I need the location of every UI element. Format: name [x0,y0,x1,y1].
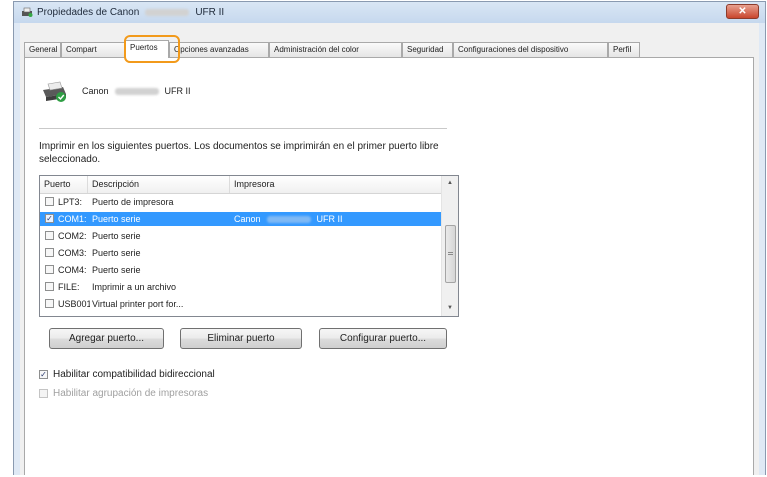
redacted-model [145,8,190,16]
port-name: COM3: [58,248,87,258]
port-description: Imprimir a un archivo [92,282,177,292]
ports-tab-panel: Canon UFR II Imprimir en los siguientes p… [24,57,754,475]
tab-compartir-label: Compart [66,45,97,54]
port-name: COM1: [58,214,87,224]
column-header-port-label: Puerto [44,179,71,189]
port-description: Puerto serie [92,248,141,258]
port-description: Puerto serie [92,214,141,224]
tab-opciones-avanzadas[interactable]: Opciones avanzadas [169,42,269,57]
port-checkbox[interactable] [45,282,54,291]
port-printer [234,229,434,243]
printer-name-prefix: Canon [82,86,109,96]
scroll-thumb[interactable] [445,225,456,283]
configure-port-button[interactable]: Configurar puerto... [319,328,447,349]
port-printer [234,246,434,260]
port-name: COM4: [58,265,87,275]
ports-list-header: Puerto Descripción Impresora [40,176,444,194]
active-tab-highlight [124,35,180,63]
bidirectional-checkbox[interactable]: ✓ [39,369,48,379]
window-title-prefix: Propiedades de Canon [37,7,140,18]
tab-seguridad[interactable]: Seguridad [402,42,453,57]
port-description: Puerto serie [92,231,141,241]
tab-seguridad-label: Seguridad [407,45,444,54]
port-printer: Canon UFR II [234,212,434,226]
bidirectional-option[interactable]: ✓ Habilitar compatibilidad bidireccional [39,369,215,380]
port-row[interactable]: COM4: Puerto serie [40,263,444,277]
port-checkbox[interactable] [45,265,54,274]
dialog-body: General Compart Puertos Opciones avanzad… [20,23,759,475]
port-description: Puerto de impresora [92,197,174,207]
port-name: LPT3: [58,197,83,207]
scroll-up-arrow-icon[interactable]: ▲ [442,176,458,191]
port-row[interactable]: USB001 Virtual printer port for... [40,297,444,311]
printer-pooling-option: Habilitar agrupación de impresoras [39,388,208,399]
tab-administracion-color[interactable]: Administración del color [269,42,402,57]
port-printer [234,263,434,277]
port-description: Puerto serie [92,265,141,275]
close-button[interactable]: ✕ [726,4,759,19]
printer-pooling-checkbox [39,388,48,398]
port-row[interactable]: FILE: Imprimir a un archivo [40,280,444,294]
printer-pooling-label: Habilitar agrupación de impresoras [53,388,209,399]
port-printer [234,195,434,209]
port-checkbox[interactable] [45,231,54,240]
port-printer-prefix: Canon [234,214,261,224]
tab-configuraciones-dispositivo[interactable]: Configuraciones del dispositivo [453,42,608,57]
column-header-description[interactable]: Descripción [88,176,230,193]
add-port-button[interactable]: Agregar puerto... [49,328,164,349]
port-checkbox[interactable] [45,197,54,206]
tab-general[interactable]: General [24,42,61,57]
window-title: Propiedades de Canon UFR II [37,7,224,18]
column-header-port[interactable]: Puerto [40,176,88,193]
printer-small-icon [22,7,33,17]
port-row[interactable]: COM3: Puerto serie [40,246,444,260]
tab-configuraciones-dispositivo-label: Configuraciones del dispositivo [458,45,569,54]
port-name: FILE: [58,282,80,292]
redacted-model [114,88,159,96]
tab-opciones-avanzadas-label: Opciones avanzadas [174,45,249,54]
delete-port-button[interactable]: Eliminar puerto [180,328,302,349]
port-row[interactable]: ✓ COM1: Puerto serie Canon UFR II [40,212,444,226]
tab-perfil[interactable]: Perfil [608,42,640,57]
port-checkbox[interactable]: ✓ [45,214,54,223]
vertical-scrollbar[interactable]: ▲ ▼ [441,176,458,316]
tab-administracion-color-label: Administración del color [274,45,359,54]
printer-icon [43,81,66,102]
port-name: USB001 [58,299,90,309]
port-row[interactable]: COM2: Puerto serie [40,229,444,243]
port-checkbox[interactable] [45,248,54,257]
port-row[interactable]: LPT3: Puerto de impresora [40,195,444,209]
column-header-description-label: Descripción [92,179,140,189]
printer-name: Canon UFR II [82,86,191,96]
ports-list[interactable]: Puerto Descripción Impresora LPT3: Puerto… [39,175,459,317]
bidirectional-label: Habilitar compatibilidad bidireccional [53,369,215,380]
divider [39,128,447,129]
printer-properties-window: Propiedades de Canon UFR II ✕ General Com… [13,1,766,475]
port-printer [234,297,434,311]
title-bar[interactable]: Propiedades de Canon UFR II ✕ [14,2,765,23]
window-title-suffix: UFR II [195,7,225,18]
port-printer-suffix: UFR II [316,214,343,224]
port-description: Virtual printer port for... [92,299,184,309]
column-header-printer[interactable]: Impresora [230,176,444,193]
port-checkbox[interactable] [45,299,54,308]
tab-perfil-label: Perfil [613,45,632,54]
port-name: COM2: [58,231,87,241]
port-printer [234,280,434,294]
tab-compartir[interactable]: Compart [61,42,125,57]
tab-general-label: General [29,45,58,54]
redacted-model [266,216,311,224]
scroll-down-arrow-icon[interactable]: ▼ [442,301,458,316]
ports-description: Imprimir en los siguientes puertos. Los … [39,141,439,165]
column-header-printer-label: Impresora [234,179,275,189]
scroll-grip-icon [448,252,453,255]
printer-name-suffix: UFR II [164,86,191,96]
